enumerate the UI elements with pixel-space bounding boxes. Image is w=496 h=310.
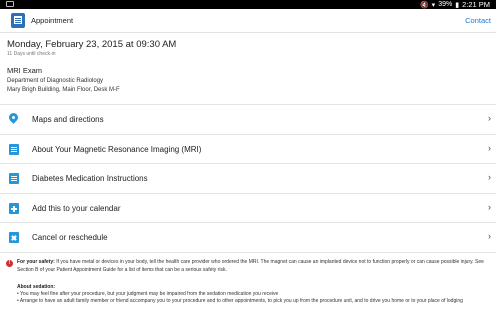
chevron-right-icon: › xyxy=(488,231,491,241)
menu-item-diabetes[interactable]: Diabetes Medication Instructions › xyxy=(0,163,496,193)
safety-notice: ! For your safety: If you have metal or … xyxy=(0,252,496,304)
chevron-right-icon: › xyxy=(488,142,491,153)
chevron-right-icon: › xyxy=(488,201,491,212)
menu-item-cancel[interactable]: Cancel or reschedule › xyxy=(0,222,496,252)
document-icon xyxy=(9,143,19,155)
status-bar: 🔇 ▾ 39% ▮ 2:21 PM xyxy=(0,0,496,9)
sedation-title: About sedation: xyxy=(17,284,56,290)
days-until-checkin: 11 Days until check-in xyxy=(7,51,56,57)
department: Department of Diagnostic Radiology xyxy=(7,78,104,84)
menu-item-add-calendar[interactable]: Add this to your calendar › xyxy=(0,192,496,223)
safety-body: If you have metal or devices in your bod… xyxy=(17,259,484,273)
safety-heading: For your safety: xyxy=(17,259,55,265)
clock: 2:21 PM xyxy=(462,0,490,9)
exam-name: MRI Exam xyxy=(7,66,43,75)
menu-item-about-mri[interactable]: About Your Magnetic Resonance Imaging (M… xyxy=(0,133,496,164)
chevron-right-icon: › xyxy=(488,113,491,123)
mute-icon: 🔇 xyxy=(419,1,429,9)
appointment-menu: Maps and directions › About Your Magneti… xyxy=(0,104,496,252)
signal-icon: ▾ xyxy=(431,1,436,9)
page-title: Appointment xyxy=(31,16,74,25)
menu-item-maps[interactable]: Maps and directions › xyxy=(0,104,496,134)
contact-button[interactable]: Contact xyxy=(465,16,491,25)
menu-item-label: Maps and directions xyxy=(32,115,104,124)
menu-item-label: About Your Magnetic Resonance Imaging (M… xyxy=(32,144,202,154)
notification-icon xyxy=(6,1,14,7)
menu-item-label: Diabetes Medication Instructions xyxy=(32,174,148,183)
battery-percent: 39% xyxy=(438,1,453,8)
sedation-item: • Arrange to have an adult family member… xyxy=(17,298,463,304)
appointment-datetime: Monday, February 23, 2015 at 09:30 AM xyxy=(7,39,177,50)
calendar-cancel-icon xyxy=(9,232,19,243)
battery-icon: ▮ xyxy=(455,1,460,9)
action-bar: Appointment Contact xyxy=(0,9,496,33)
menu-item-label: Cancel or reschedule xyxy=(32,233,108,242)
alert-icon: ! xyxy=(6,260,13,267)
map-pin-icon xyxy=(7,111,20,124)
menu-item-label: Add this to your calendar xyxy=(32,203,121,213)
calendar-add-icon xyxy=(9,202,19,214)
safety-text: For your safety: If you have metal or de… xyxy=(17,259,491,274)
chevron-right-icon: › xyxy=(488,172,491,182)
sedation-item: • You may feel fine after your procedure… xyxy=(17,291,279,297)
document-icon xyxy=(9,173,19,184)
app-icon[interactable] xyxy=(11,13,25,28)
location: Mary Brigh Building, Main Floor, Desk M-… xyxy=(7,87,120,93)
